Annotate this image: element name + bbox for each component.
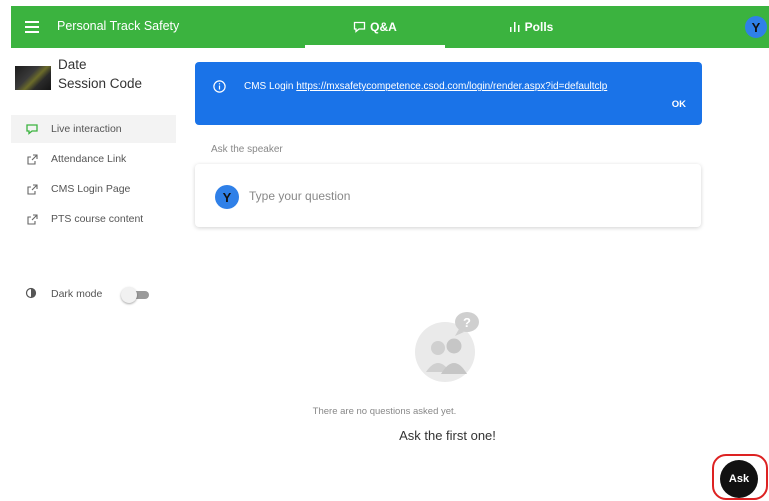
menu-icon[interactable] [25,21,39,33]
banner-ok-button[interactable]: OK [672,99,686,110]
sidebar-item-label: Attendance Link [51,153,127,165]
banner-text: CMS Login https://mxsafetycompetence.cso… [244,81,607,92]
question-input-card[interactable]: Y Type your question [195,164,701,227]
sidebar-item-label: PTS course content [51,213,144,225]
sidebar-item-pts-course-content[interactable]: PTS course content [11,205,176,233]
active-tab-indicator [305,45,445,48]
chat-bubble-icon [25,122,39,136]
empty-state-message: There are no questions asked yet. [312,406,457,417]
tab-polls[interactable]: Polls [471,6,591,48]
dark-mode-toggle[interactable] [121,287,151,303]
poll-bars-icon [509,22,520,32]
external-link-icon [25,182,39,196]
ask-button[interactable]: Ask [720,460,758,498]
sidebar-item-live-interaction[interactable]: Live interaction [11,115,176,143]
user-avatar[interactable]: Y [745,16,767,38]
cms-login-banner: CMS Login https://mxsafetycompetence.cso… [195,62,702,125]
dark-mode-label: Dark mode [51,288,103,300]
svg-text:?: ? [463,315,471,330]
external-link-icon [25,152,39,166]
question-input[interactable]: Type your question [249,189,350,203]
dark-mode-row: Dark mode [25,287,102,301]
dark-mode-icon [25,287,39,301]
app-title: Personal Track Safety [57,19,180,33]
banner-prefix: CMS Login [244,81,294,92]
tab-qa[interactable]: Q&A [305,6,445,48]
event-date: Date [58,57,87,72]
event-thumbnail [15,66,51,90]
cms-login-link[interactable]: https://mxsafetycompetence.csod.com/logi… [296,81,607,92]
top-bar: Personal Track Safety Q&A Polls Y [11,6,769,48]
tab-qa-label: Q&A [370,20,397,34]
sidebar-item-label: Live interaction [51,123,122,135]
no-questions-illustration: ? [415,312,479,382]
session-code: Session Code [58,76,143,91]
sidebar-item-attendance-link[interactable]: Attendance Link [11,145,176,173]
ask-section-label: Ask the speaker [211,144,283,155]
chat-bubble-icon [354,21,366,33]
avatar: Y [215,185,239,209]
toggle-knob [121,287,137,303]
empty-state-prompt: Ask the first one! [399,428,496,443]
sidebar-item-cms-login-page[interactable]: CMS Login Page [11,175,176,203]
info-icon [213,80,226,93]
ask-button-highlight: Ask [712,454,768,500]
tab-polls-label: Polls [524,20,554,34]
external-link-icon [25,212,39,226]
sidebar-item-label: CMS Login Page [51,183,131,195]
